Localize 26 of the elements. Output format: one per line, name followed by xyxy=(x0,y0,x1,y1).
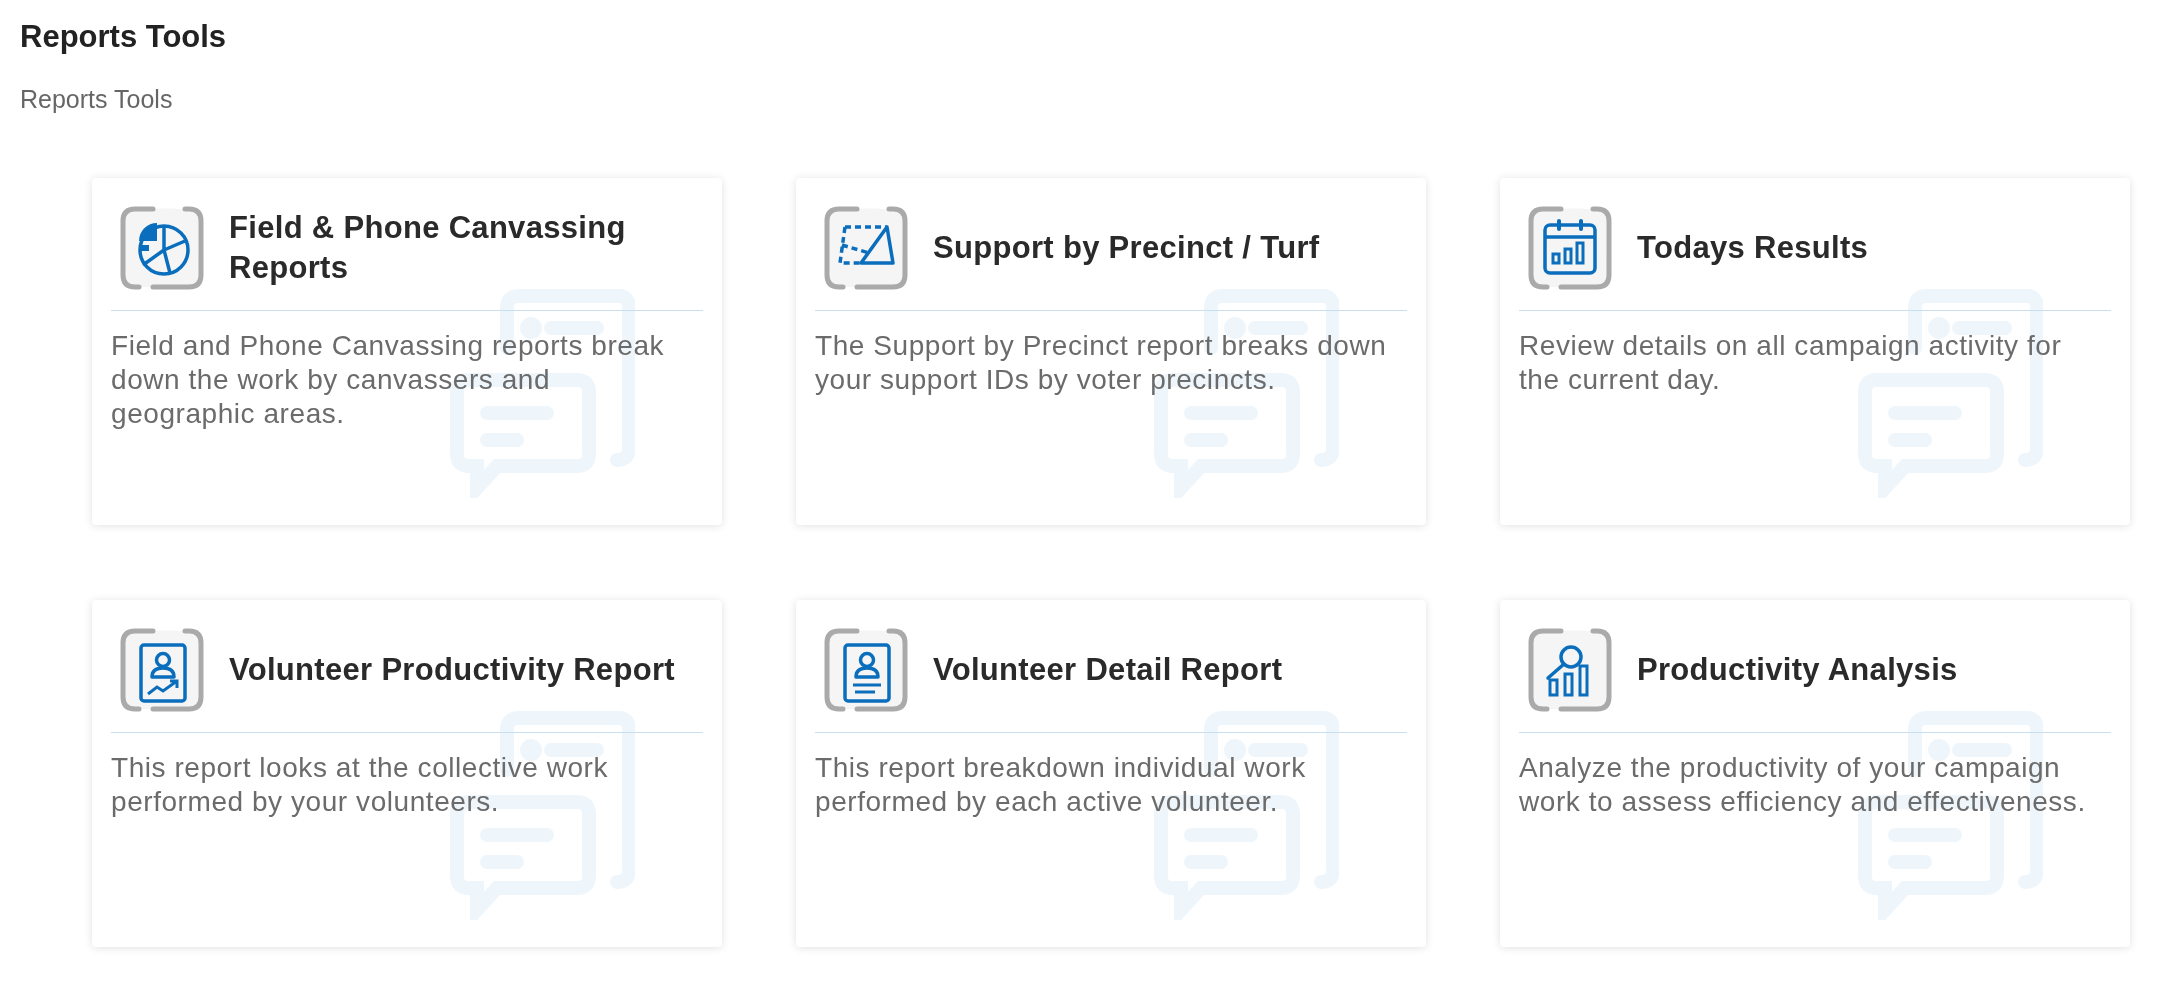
card-description: Review details on all campaign activity for the current day. xyxy=(1519,329,2063,398)
report-card[interactable]: Volunteer Detail Report This report breakdown individual work performed by each active volunteer. xyxy=(796,600,1426,948)
card-title: Field & Phone Canvassing Reports xyxy=(229,208,627,288)
search-chart-icon xyxy=(1527,627,1613,714)
card-description: The Support by Precinct report breaks down your support IDs by voter precincts. xyxy=(815,329,1388,398)
person-card-icon xyxy=(823,627,909,714)
map-area-icon xyxy=(823,205,909,292)
card-description: This report breakdown individual work performed by each active volunteer. xyxy=(815,751,1307,820)
card-title: Volunteer Detail Report xyxy=(933,651,1283,690)
pie-chart-icon xyxy=(119,205,205,292)
report-card[interactable]: Productivity Analysis Analyze the productivity of your campaign work to assess efficiency and effectiveness. xyxy=(1500,600,2130,948)
report-card[interactable]: Volunteer Productivity Report This report looks at the collective work performed by your volunteers. xyxy=(92,600,722,948)
report-card[interactable]: Todays Results Review details on all campaign activity for the current day. xyxy=(1500,178,2130,526)
page-title: Reports Tools xyxy=(20,18,228,56)
card-description: This report looks at the collective work performed by your volunteers. xyxy=(111,751,610,820)
card-description: Analyze the productivity of your campaign work to assess efficiency and effectiveness. xyxy=(1519,751,2087,820)
person-chart-icon xyxy=(119,627,205,714)
calendar-chart-icon xyxy=(1527,205,1613,292)
report-card[interactable]: Field & Phone Canvassing Reports Field and Phone Canvassing reports break down the work by canvassers and geographic areas. xyxy=(92,178,722,526)
page-subtitle: Reports Tools xyxy=(20,83,174,115)
card-title: Volunteer Productivity Report xyxy=(229,651,675,690)
card-description: Field and Phone Canvassing reports break down the work by canvassers and geographic areas. xyxy=(111,329,666,432)
report-card[interactable]: Support by Precinct / Turf The Support by Precinct report breaks down your support IDs by voter precincts. xyxy=(796,178,1426,526)
card-title: Support by Precinct / Turf xyxy=(933,229,1320,268)
card-title: Productivity Analysis xyxy=(1637,651,1958,690)
card-title: Todays Results xyxy=(1637,229,1869,268)
